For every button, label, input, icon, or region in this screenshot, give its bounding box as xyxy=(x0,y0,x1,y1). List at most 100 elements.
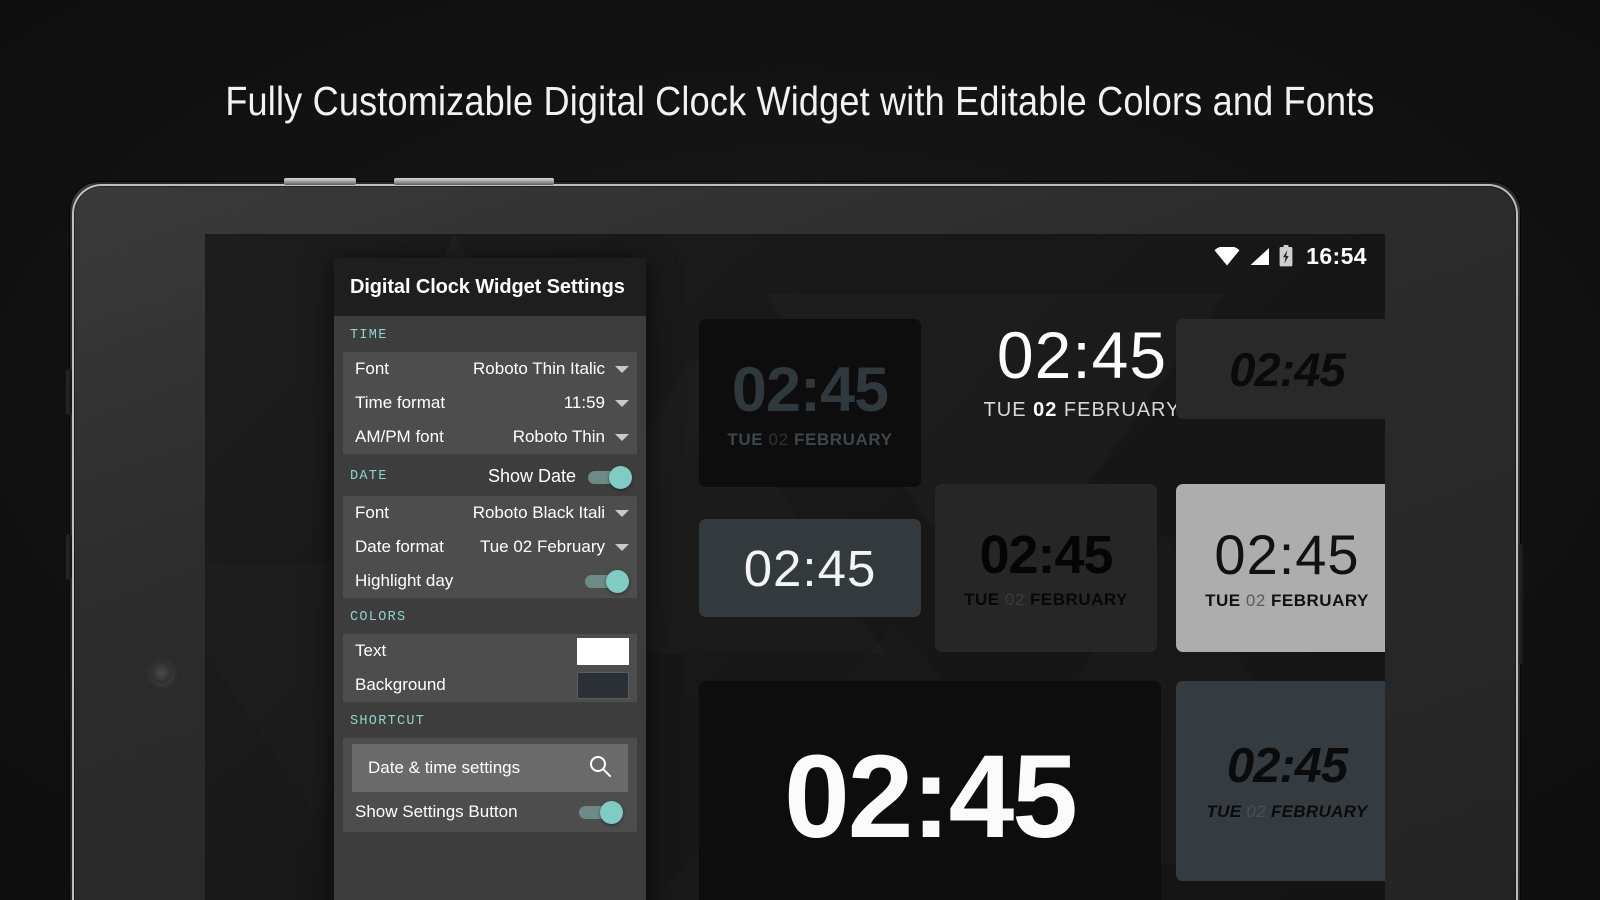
row-text-color[interactable]: Text xyxy=(343,634,637,668)
power-button[interactable] xyxy=(394,178,554,185)
text-color-swatch[interactable] xyxy=(577,637,629,665)
tablet-screen: 16:54 Digital Clock Widget Settings TIME… xyxy=(205,234,1385,900)
toggle-thumb xyxy=(606,570,629,593)
row-time-format[interactable]: Time format 11:59 xyxy=(343,386,637,420)
status-bar: 16:54 xyxy=(1214,234,1385,278)
background-color-swatch[interactable] xyxy=(577,671,629,699)
left-side-nub-bottom xyxy=(66,534,72,580)
widget-time: 02:45 xyxy=(979,525,1113,585)
widget-month: FEBRUARY xyxy=(1030,590,1128,609)
widget-date-number: 02 xyxy=(1246,802,1266,821)
page-title: Fully Customizable Digital Clock Widget … xyxy=(225,78,1375,124)
row-value: Roboto Thin xyxy=(512,427,605,446)
shortcut-search-value: Date & time settings xyxy=(368,758,521,777)
widget-time: 02:45 xyxy=(1226,739,1348,793)
row-value: Tue 02 February xyxy=(479,537,605,556)
toggle-thumb xyxy=(600,801,623,824)
row-key: Font xyxy=(355,503,390,522)
row-key: AM/PM font xyxy=(355,427,444,446)
clock-widget-light-background[interactable]: 02:45 TUE 02 FEBRUARY xyxy=(1176,484,1385,652)
search-icon[interactable] xyxy=(588,754,612,783)
clock-widget-slate-thin[interactable]: 02:45 xyxy=(699,519,921,617)
settings-card-date: Font Roboto Black Itali Date format Tue … xyxy=(343,496,637,598)
section-header-time: TIME xyxy=(334,316,646,352)
settings-card-colors: Text Background xyxy=(343,634,637,702)
clock-widget-slate-italic[interactable]: 02:45 TUE 02 FEBRUARY xyxy=(1176,681,1385,881)
widget-time: 02:45 xyxy=(1229,342,1345,396)
widget-time: 02:45 xyxy=(784,731,1078,863)
widget-day: TUE xyxy=(1206,802,1242,821)
widget-month: FEBRUARY xyxy=(1063,399,1181,421)
widget-date: TUE 02 FEBRUARY xyxy=(727,431,892,448)
show-settings-button-toggle[interactable] xyxy=(579,801,623,824)
cellular-signal-icon xyxy=(1249,247,1270,266)
show-date-label: Show Date xyxy=(487,466,576,486)
front-camera-icon xyxy=(150,662,174,686)
right-side-nub xyxy=(1518,544,1524,664)
wifi-icon xyxy=(1214,246,1240,266)
clock-widget-black-bold[interactable]: 02:45 TUE 02 FEBRUARY xyxy=(935,484,1157,652)
row-key: Date format xyxy=(355,537,444,556)
row-value: 11:59 xyxy=(563,393,605,412)
section-header-date: DATE Show Date xyxy=(334,454,646,496)
shortcut-search-field[interactable]: Date & time settings xyxy=(352,744,628,792)
clock-widget-transparent-thin[interactable]: 02:45 TUE 02 FEBRUARY xyxy=(957,306,1207,436)
widget-date-number: 02 xyxy=(1245,591,1266,610)
clock-widget-dark-grey[interactable]: 02:45 TUE 02 FEBRUARY xyxy=(699,319,921,487)
volume-button[interactable] xyxy=(284,178,356,185)
widget-day: TUE xyxy=(1205,591,1241,610)
clock-widget-large-white[interactable]: 02:45 xyxy=(699,681,1161,900)
toggle-thumb xyxy=(609,465,632,489)
widget-date: TUE 02 FEBRUARY xyxy=(1206,803,1367,820)
settings-card-time: Font Roboto Thin Italic Time format 11:5… xyxy=(343,352,637,454)
tablet-device-frame: 16:54 Digital Clock Widget Settings TIME… xyxy=(66,178,1524,900)
row-key: Text xyxy=(355,641,387,660)
chevron-down-icon[interactable] xyxy=(615,433,629,441)
status-bar-clock: 16:54 xyxy=(1306,242,1367,269)
widget-date: TUE 02 FEBRUARY xyxy=(1205,592,1369,609)
section-label: DATE xyxy=(350,469,388,484)
widget-date: TUE 02 FEBRUARY xyxy=(964,591,1128,608)
chevron-down-icon[interactable] xyxy=(615,509,629,517)
chevron-down-icon[interactable] xyxy=(615,399,629,407)
widget-day: TUE xyxy=(964,590,1000,609)
widget-time: 02:45 xyxy=(1214,523,1360,586)
row-date-format[interactable]: Date format Tue 02 February xyxy=(343,530,637,564)
row-key: Font xyxy=(355,359,390,378)
widget-month: FEBRUARY xyxy=(793,429,893,449)
row-key: Time format xyxy=(355,393,446,412)
clock-widget-black-italic-small[interactable]: 02:45 xyxy=(1176,319,1385,419)
row-time-font[interactable]: Font Roboto Thin Italic xyxy=(343,352,637,386)
settings-card-shortcut: Date & time settings Show Settings Butto… xyxy=(343,738,637,832)
section-label: TIME xyxy=(350,328,388,343)
widget-date-number: 02 xyxy=(1004,590,1025,609)
chevron-down-icon[interactable] xyxy=(615,543,629,551)
widget-time: 02:45 xyxy=(996,318,1168,392)
widget-day: TUE xyxy=(727,429,764,449)
row-background-color[interactable]: Background xyxy=(343,668,637,702)
promo-graphic: Fully Customizable Digital Clock Widget … xyxy=(0,0,1600,900)
widget-month: FEBRUARY xyxy=(1270,802,1368,821)
widget-month: FEBRUARY xyxy=(1271,591,1369,610)
widget-time: 02:45 xyxy=(743,539,877,597)
row-key: Highlight day xyxy=(355,571,454,590)
row-date-font[interactable]: Font Roboto Black Itali xyxy=(343,496,637,530)
show-date-toggle[interactable] xyxy=(588,465,632,489)
row-highlight-day[interactable]: Highlight day xyxy=(343,564,637,598)
highlight-day-toggle[interactable] xyxy=(585,570,629,593)
chevron-down-icon[interactable] xyxy=(615,365,629,373)
widget-date-number: 02 xyxy=(1033,399,1058,421)
row-key: Background xyxy=(355,675,446,694)
section-header-shortcut: SHORTCUT xyxy=(334,702,646,738)
settings-panel: Digital Clock Widget Settings TIME Font … xyxy=(334,258,646,900)
panel-title: Digital Clock Widget Settings xyxy=(334,258,646,316)
section-label: SHORTCUT xyxy=(350,714,426,729)
row-show-settings-button[interactable]: Show Settings Button xyxy=(343,792,637,832)
show-date-control[interactable]: Show Date xyxy=(487,465,632,489)
panel-body: TIME Font Roboto Thin Italic Time format… xyxy=(334,316,646,840)
row-value: Roboto Black Itali xyxy=(472,503,605,522)
row-ampm-font[interactable]: AM/PM font Roboto Thin xyxy=(343,420,637,454)
widget-date: TUE 02 FEBRUARY xyxy=(984,400,1181,420)
row-key: Show Settings Button xyxy=(355,802,518,821)
left-side-nub-top xyxy=(66,369,72,415)
